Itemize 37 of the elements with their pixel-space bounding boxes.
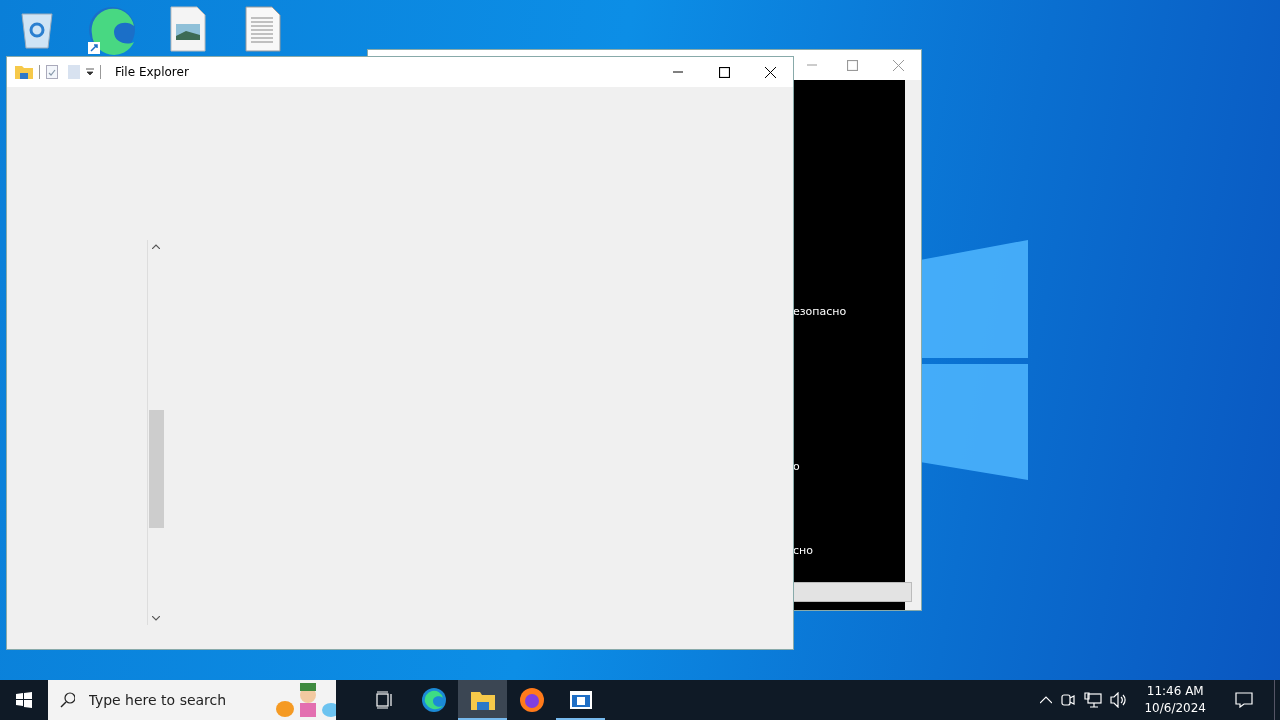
console-text: о xyxy=(793,460,800,473)
message-icon xyxy=(1235,692,1253,708)
search-bar[interactable]: Type here to search xyxy=(48,680,336,720)
windows-icon xyxy=(16,692,32,708)
properties-icon xyxy=(46,65,58,79)
volume-icon xyxy=(1110,692,1129,708)
scroll-up-icon xyxy=(152,244,160,249)
close-icon xyxy=(764,66,776,78)
edge-icon xyxy=(420,687,447,713)
scrollbar[interactable] xyxy=(905,80,921,610)
console-text: езопасно xyxy=(793,305,847,318)
search-icon xyxy=(60,692,75,708)
folder-icon xyxy=(15,65,33,79)
window-title: File Explorer xyxy=(115,65,189,79)
maximize-icon xyxy=(846,59,858,71)
text-file-icon xyxy=(245,6,281,52)
dropdown-icon xyxy=(86,68,94,76)
camera-icon xyxy=(1060,692,1077,708)
taskbar-app[interactable] xyxy=(458,680,507,720)
console-text: сно xyxy=(793,544,813,557)
input-field[interactable] xyxy=(793,582,912,602)
chevron-up-icon xyxy=(1040,696,1053,704)
close-icon xyxy=(892,59,904,71)
folder-icon xyxy=(469,689,496,711)
scrollbar-thumb[interactable] xyxy=(149,410,164,528)
scroll-down-icon xyxy=(152,616,160,621)
firefox-icon xyxy=(518,687,545,713)
clock-date: 10/6/2024 xyxy=(1144,700,1206,717)
image-file-icon xyxy=(170,6,206,52)
network-icon xyxy=(1084,692,1103,708)
minimize-icon xyxy=(807,64,817,66)
maximize-icon xyxy=(718,66,730,78)
window-icon xyxy=(568,690,593,710)
clock-time: 11:46 AM xyxy=(1146,683,1204,700)
minimize-icon xyxy=(673,71,683,73)
task-view-icon xyxy=(374,691,395,709)
search-field[interactable]: Type here to search xyxy=(86,691,261,709)
